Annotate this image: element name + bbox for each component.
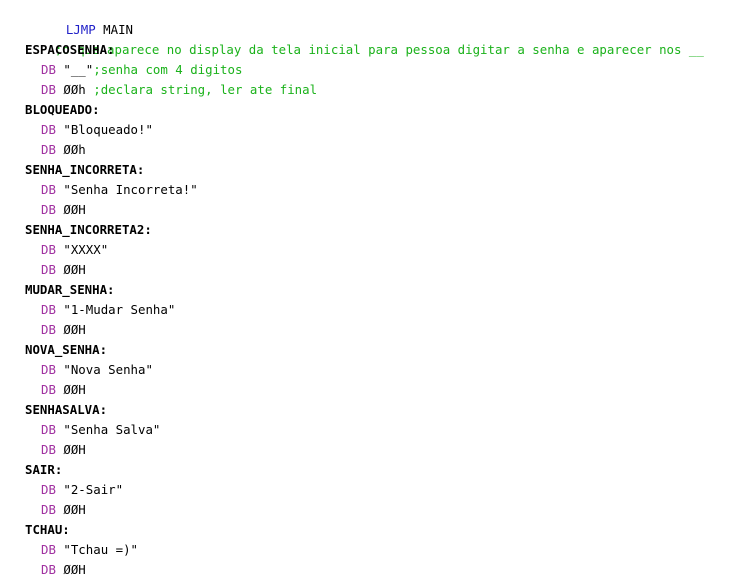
directive-operand: "__": [63, 62, 94, 77]
directive-operand: "2-Sair": [63, 482, 124, 497]
directive-keyword: DB: [41, 262, 56, 277]
code-line-ljmp: LJMP MAIN: [0, 0, 133, 37]
directive-keyword: DB: [41, 562, 56, 577]
directive-keyword: DB: [41, 442, 56, 457]
code-label: SENHASALVA:: [25, 402, 108, 417]
code-line-label: NOVA_SENHA:: [0, 340, 107, 360]
code-line-db: DB "1-Mudar Senha": [0, 300, 175, 320]
code-label: TCHAU:: [25, 522, 70, 537]
directive-operand: ØØh: [63, 142, 86, 157]
directive-operand: "Nova Senha": [63, 362, 153, 377]
directive-operand: ØØH: [63, 382, 86, 397]
directive-keyword: DB: [41, 422, 56, 437]
directive-keyword: DB: [41, 62, 56, 77]
code-line-db: DB ØØH: [0, 380, 86, 400]
code-line-label: SENHA_INCORRETA2:: [0, 220, 152, 240]
directive-keyword: DB: [41, 502, 56, 517]
code-label: NOVA_SENHA:: [25, 342, 108, 357]
code-line-label: SAIR:: [0, 460, 62, 480]
directive-operand: "Tchau =)": [63, 542, 138, 557]
directive-keyword: DB: [41, 382, 56, 397]
directive-operand: ØØH: [63, 502, 86, 517]
directive-operand: ØØH: [63, 562, 86, 577]
code-line-db: DB "Bloqueado!": [0, 120, 153, 140]
code-line-label: SENHASALVA:: [0, 400, 107, 420]
code-line-db: DB "Nova Senha": [0, 360, 153, 380]
code-line-label: BLOQUEADO:: [0, 100, 100, 120]
code-line-label: SENHA_INCORRETA:: [0, 160, 144, 180]
code-line-db: DB ØØH: [0, 320, 86, 340]
code-line-db: DB ØØH: [0, 260, 86, 280]
code-line-db: DB ØØH: [0, 560, 86, 580]
code-line-header-comment: ;o que aparece no display da tela inicia…: [0, 20, 704, 57]
directive-keyword: DB: [41, 362, 56, 377]
directive-keyword: DB: [41, 202, 56, 217]
directive-keyword: DB: [41, 482, 56, 497]
code-label: MUDAR_SENHA:: [25, 282, 115, 297]
code-label: BLOQUEADO:: [25, 102, 100, 117]
code-line-db: DB "__";senha com 4 digitos: [0, 60, 242, 80]
code-line-label: MUDAR_SENHA:: [0, 280, 115, 300]
code-line-db: DB ØØh ;declara string, ler ate final: [0, 80, 317, 100]
inline-comment: ;senha com 4 digitos: [93, 62, 243, 77]
directive-keyword: DB: [41, 182, 56, 197]
directive-operand: "Senha Salva": [63, 422, 161, 437]
directive-operand: "XXXX": [63, 242, 109, 257]
directive-keyword: DB: [41, 302, 56, 317]
directive-operand: ØØH: [63, 202, 86, 217]
directive-keyword: DB: [41, 542, 56, 557]
directive-keyword: DB: [41, 82, 56, 97]
code-line-db: DB ØØH: [0, 500, 86, 520]
inline-comment: ;declara string, ler ate final: [93, 82, 318, 97]
header-comment: ;o que aparece no display da tela inicia…: [54, 42, 704, 57]
directive-keyword: DB: [41, 142, 56, 157]
code-line-db: DB "Senha Salva": [0, 420, 160, 440]
directive-keyword: DB: [41, 122, 56, 137]
directive-operand: "Senha Incorreta!": [63, 182, 198, 197]
code-label: SAIR:: [25, 462, 63, 477]
code-line-label: TCHAU:: [0, 520, 70, 540]
code-label: ESPACOSENHA:: [25, 42, 115, 57]
directive-operand: ØØH: [63, 322, 86, 337]
code-editor[interactable]: LJMP MAIN ;o que aparece no display da t…: [0, 0, 732, 577]
code-line-label: ESPACOSENHA:: [0, 40, 115, 60]
code-line-db: DB ØØH: [0, 200, 86, 220]
code-line-db: DB "2-Sair": [0, 480, 123, 500]
directive-operand: "1-Mudar Senha": [63, 302, 176, 317]
code-line-db: DB ØØh: [0, 140, 86, 160]
code-line-db: DB "Tchau =)": [0, 540, 138, 560]
directive-keyword: DB: [41, 242, 56, 257]
directive-operand: ØØh: [63, 82, 86, 97]
code-line-db: DB ØØH: [0, 440, 86, 460]
directive-operand: ØØH: [63, 262, 86, 277]
code-label: SENHA_INCORRETA:: [25, 162, 145, 177]
directive-operand: "Bloqueado!": [63, 122, 153, 137]
code-line-db: DB "XXXX": [0, 240, 108, 260]
code-label: SENHA_INCORRETA2:: [25, 222, 152, 237]
directive-keyword: DB: [41, 322, 56, 337]
directive-operand: ØØH: [63, 442, 86, 457]
code-line-db: DB "Senha Incorreta!": [0, 180, 198, 200]
